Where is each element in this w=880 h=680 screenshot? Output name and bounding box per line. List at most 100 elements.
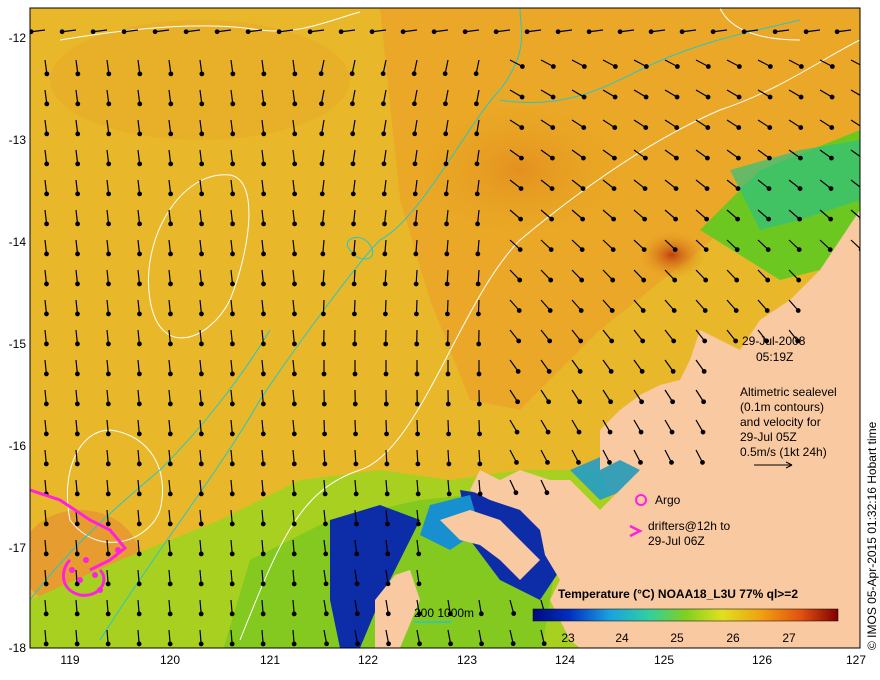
velocity-arrow-head bbox=[105, 521, 111, 527]
velocity-arrow-head bbox=[417, 641, 422, 647]
velocity-arrow-head bbox=[475, 281, 481, 287]
velocity-arrow-head bbox=[581, 125, 587, 130]
velocity-arrow-head bbox=[105, 461, 111, 467]
velocity-arrow-head bbox=[412, 161, 418, 167]
velocity-arrow-head bbox=[291, 521, 297, 527]
velocity-arrow-head bbox=[702, 308, 708, 313]
velocity-arrow-head bbox=[44, 341, 49, 347]
x-tick: 123 bbox=[457, 653, 477, 667]
velocity-arrow-head bbox=[710, 29, 716, 35]
x-tick: 119 bbox=[60, 653, 79, 667]
velocity-arrow-head bbox=[669, 460, 674, 465]
annotation-line: 0.5m/s (1kt 24h) bbox=[740, 445, 827, 459]
velocity-arrow-head bbox=[446, 461, 452, 467]
velocity-arrow-head bbox=[767, 64, 773, 69]
velocity-arrow-head bbox=[609, 308, 615, 313]
velocity-arrow-head bbox=[230, 191, 236, 197]
velocity-arrow-head bbox=[291, 371, 297, 377]
velocity-arrow-head bbox=[827, 247, 833, 253]
velocity-arrow-head bbox=[550, 64, 556, 69]
velocity-arrow-head bbox=[44, 71, 50, 77]
velocity-arrow-head bbox=[43, 611, 49, 617]
velocity-arrow-head bbox=[580, 186, 586, 192]
velocity-arrow-head bbox=[260, 641, 266, 647]
velocity-arrow-head bbox=[199, 341, 204, 347]
velocity-arrow-head bbox=[322, 431, 327, 437]
velocity-arrow-head bbox=[416, 581, 422, 587]
velocity-arrow-head bbox=[700, 460, 705, 465]
velocity-arrow-head bbox=[105, 611, 111, 617]
velocity-arrow-head bbox=[414, 371, 420, 377]
velocity-arrow-head bbox=[549, 216, 555, 222]
velocity-arrow-head bbox=[798, 64, 804, 69]
velocity-arrow-head bbox=[229, 521, 235, 527]
velocity-arrow-head bbox=[610, 277, 616, 283]
velocity-arrow-head bbox=[136, 641, 142, 647]
velocity-arrow-head bbox=[137, 161, 143, 167]
colorbar-tick: 24 bbox=[615, 631, 629, 645]
ocean-map: 119 120 121 122 123 124 125 126 127 -12 … bbox=[9, 7, 879, 667]
velocity-arrow-head bbox=[323, 611, 329, 617]
velocity-arrow-head bbox=[643, 64, 649, 69]
velocity-arrow-head bbox=[444, 251, 450, 257]
velocity-arrow-head bbox=[167, 431, 173, 437]
velocity-arrow-head bbox=[292, 131, 298, 137]
x-tick: 127 bbox=[846, 653, 866, 667]
velocity-arrow-head bbox=[291, 431, 297, 437]
velocity-arrow-head bbox=[639, 368, 645, 374]
velocity-arrow-head bbox=[106, 161, 112, 167]
velocity-arrow-head bbox=[352, 371, 358, 377]
velocity-arrow-head bbox=[701, 368, 707, 374]
velocity-arrow-head bbox=[549, 186, 555, 192]
velocity-arrow-head bbox=[612, 64, 618, 69]
velocity-arrow-head bbox=[643, 94, 649, 100]
velocity-arrow-head bbox=[230, 311, 235, 317]
velocity-arrow-head bbox=[415, 461, 421, 467]
velocity-arrow-head bbox=[670, 399, 676, 405]
velocity-arrow-head bbox=[198, 521, 204, 527]
velocity-arrow-head bbox=[674, 64, 680, 69]
colorbar-tick: 23 bbox=[561, 631, 575, 645]
velocity-arrow-head bbox=[828, 186, 834, 192]
velocity-arrow-head bbox=[106, 251, 111, 257]
velocity-arrow-head bbox=[473, 71, 479, 77]
velocity-arrow-head bbox=[44, 251, 49, 257]
velocity-arrow-head bbox=[772, 29, 778, 35]
velocity-arrow-head bbox=[607, 460, 612, 465]
velocity-arrow-head bbox=[292, 281, 297, 287]
velocity-arrow-head bbox=[413, 221, 418, 227]
velocity-arrow-head bbox=[796, 247, 802, 253]
velocity-arrow-head bbox=[803, 29, 809, 35]
velocity-arrow-head bbox=[75, 131, 81, 137]
y-axis: -12 -13 -14 -15 -16 -17 -18 bbox=[9, 31, 27, 655]
velocity-arrow-head bbox=[292, 311, 297, 317]
velocity-arrow-head bbox=[136, 521, 142, 527]
velocity-arrow-head bbox=[462, 29, 468, 35]
velocity-arrow-head bbox=[493, 29, 499, 35]
velocity-arrow-head bbox=[674, 94, 680, 100]
velocity-arrow-head bbox=[74, 431, 80, 437]
velocity-arrow-head bbox=[321, 401, 327, 407]
velocity-arrow-head bbox=[546, 368, 552, 374]
velocity-arrow-head bbox=[861, 126, 865, 130]
velocity-arrow-head bbox=[704, 216, 710, 222]
velocity-arrow-head bbox=[412, 131, 418, 137]
velocity-arrow-head bbox=[701, 399, 707, 405]
velocity-arrow-head bbox=[137, 251, 142, 257]
velocity-arrow-head bbox=[736, 64, 742, 69]
velocity-arrow-head bbox=[861, 95, 865, 99]
velocity-arrow-head bbox=[168, 221, 173, 227]
velocity-arrow-head bbox=[136, 431, 142, 437]
velocity-arrow-head bbox=[617, 29, 623, 35]
velocity-arrow-head bbox=[260, 611, 266, 617]
velocity-arrow-head bbox=[198, 491, 204, 497]
velocity-arrow-head bbox=[443, 101, 448, 107]
velocity-arrow-head bbox=[673, 216, 679, 222]
velocity-arrow-head bbox=[431, 29, 437, 35]
velocity-arrow-head bbox=[550, 94, 556, 100]
velocity-arrow-head bbox=[320, 281, 326, 287]
velocity-arrow-head bbox=[475, 221, 480, 227]
velocity-arrow-head bbox=[355, 641, 360, 647]
velocity-arrow-head bbox=[798, 155, 803, 161]
velocity-arrow-head bbox=[643, 125, 649, 130]
